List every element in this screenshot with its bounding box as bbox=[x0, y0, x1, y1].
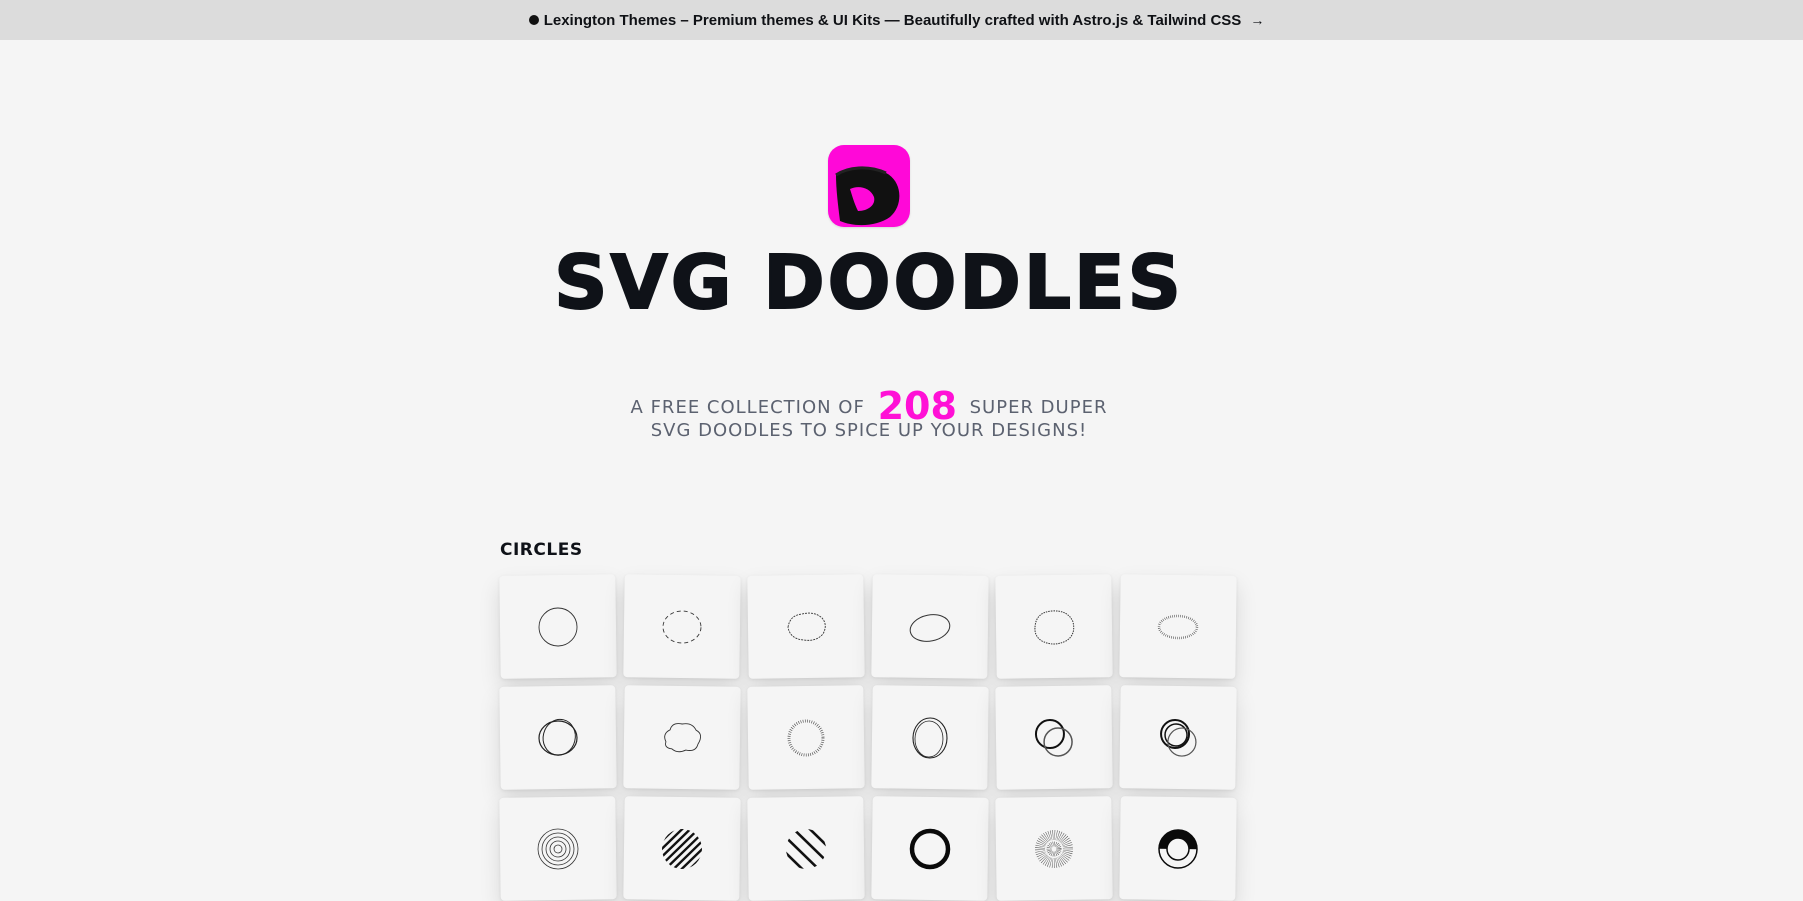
dot-burst-icon bbox=[1035, 829, 1073, 868]
subtitle-line-1: A FREE COLLECTION OF 208 SUPER DUPER bbox=[0, 378, 1738, 428]
wavy-fuzzy-circle-icon bbox=[1034, 609, 1075, 644]
subtitle-after: SUPER DUPER bbox=[969, 397, 1108, 418]
cloud-circle-icon bbox=[664, 722, 701, 752]
doodle-d-logo-icon bbox=[835, 166, 900, 226]
promo-banner[interactable]: Lexington Themes – Premium themes & UI K… bbox=[0, 0, 1803, 40]
dashed-circle-icon bbox=[662, 610, 702, 643]
loop-oval-icon bbox=[912, 716, 948, 759]
triple-overlap-circles-icon bbox=[1160, 718, 1197, 757]
doodle-tile[interactable] bbox=[747, 796, 865, 901]
doodle-tile[interactable] bbox=[499, 796, 617, 901]
thin-circle-icon bbox=[538, 607, 578, 646]
double-loop-circle-icon bbox=[538, 718, 578, 756]
striped-disc-icon bbox=[785, 828, 827, 869]
doodle-tile[interactable] bbox=[995, 685, 1113, 790]
bold-ring-icon bbox=[909, 828, 951, 869]
doodle-tile[interactable] bbox=[623, 685, 741, 790]
app-logo bbox=[828, 145, 910, 227]
hairy-oval-icon bbox=[1157, 614, 1199, 639]
banner-text[interactable]: Lexington Themes – Premium themes & UI K… bbox=[544, 12, 1242, 29]
half-filled-ring-icon bbox=[1158, 828, 1198, 869]
doodle-tile[interactable] bbox=[995, 796, 1113, 901]
doodle-tile[interactable] bbox=[871, 574, 989, 679]
scribble-fuzzy-circle-icon bbox=[787, 612, 826, 641]
section-heading-circles: CIRCLES bbox=[500, 540, 583, 560]
subtitle-line-2: SVG DOODLES TO SPICE UP YOUR DESIGNS! bbox=[650, 420, 1088, 441]
bullet-dot-icon bbox=[528, 15, 539, 25]
doodle-tile[interactable] bbox=[499, 685, 617, 790]
doodle-tile[interactable] bbox=[871, 685, 989, 790]
doodle-tile[interactable] bbox=[1119, 796, 1237, 901]
doodle-tile[interactable] bbox=[1119, 574, 1237, 679]
doodle-tile[interactable] bbox=[623, 796, 741, 901]
doodle-tile[interactable] bbox=[499, 574, 617, 679]
doodle-tile[interactable] bbox=[995, 574, 1113, 679]
tilted-oval-icon bbox=[909, 613, 951, 642]
subtitle-before: A FREE COLLECTION OF bbox=[630, 397, 865, 418]
doodle-tile[interactable] bbox=[747, 685, 865, 790]
doodle-tile[interactable] bbox=[1119, 685, 1237, 790]
overlapping-circles-icon bbox=[1034, 718, 1073, 757]
doodle-tile[interactable] bbox=[623, 574, 741, 679]
doodle-grid bbox=[499, 574, 1238, 901]
arrow-right-icon[interactable]: → bbox=[1250, 12, 1264, 28]
page-title: SVG DOODLES bbox=[553, 239, 1184, 327]
concentric-rings-icon bbox=[537, 828, 579, 869]
doodle-tile[interactable] bbox=[871, 796, 989, 901]
doodle-tile[interactable] bbox=[747, 574, 865, 679]
hatched-disc-icon bbox=[661, 828, 703, 869]
spiky-circle-icon bbox=[787, 719, 825, 757]
